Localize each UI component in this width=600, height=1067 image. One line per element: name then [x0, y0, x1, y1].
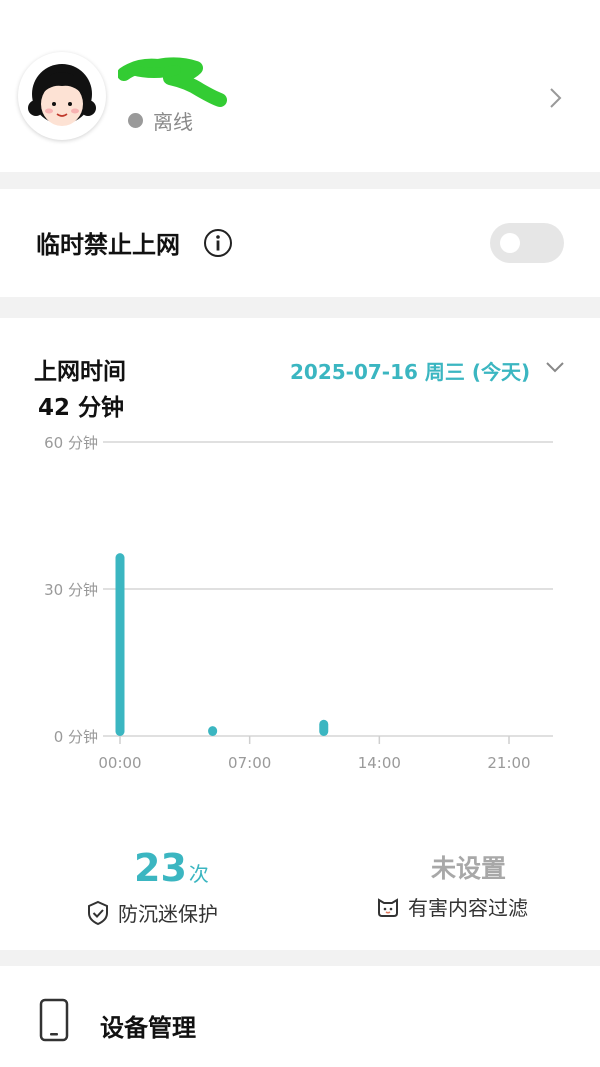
device-management-label: 设备管理	[100, 1014, 196, 1042]
usage-title: 上网时间	[34, 359, 126, 385]
filter-label: 有害内容过滤	[408, 896, 528, 920]
phone-icon	[39, 998, 69, 1042]
filter-status[interactable]: 未设置	[431, 849, 506, 885]
info-icon[interactable]	[203, 228, 233, 258]
protection-count-number: 23	[134, 846, 187, 890]
temp-block-toggle[interactable]	[490, 223, 564, 263]
cat-face-icon	[378, 897, 398, 917]
protection-count-unit: 次	[188, 862, 209, 886]
online-status: 离线	[128, 106, 193, 135]
name-redaction-mark	[118, 57, 227, 107]
y-tick-label: 60 分钟	[44, 434, 98, 452]
usage-bar[interactable]	[319, 719, 329, 736]
y-tick-label: 0 分钟	[54, 728, 98, 746]
temp-block-label: 临时禁止上网	[36, 231, 180, 259]
x-tick-label: 14:00	[358, 754, 401, 772]
chevron-down-icon[interactable]	[544, 360, 566, 374]
y-tick-label: 30 分钟	[44, 581, 98, 599]
protection-label-row[interactable]: 防沉迷保护	[86, 898, 218, 927]
usage-bar[interactable]	[208, 726, 218, 736]
usage-chart: 60 分钟 30 分钟 0 分钟 00:00 07:00 14:00 21:00	[44, 434, 553, 772]
x-tick-label: 00:00	[98, 754, 141, 772]
date-selector[interactable]: 2025-07-16 周三 (今天)	[290, 356, 530, 385]
usage-bar[interactable]	[115, 553, 125, 736]
avatar[interactable]	[18, 52, 106, 140]
protection-count[interactable]: 23 次	[134, 846, 209, 890]
x-tick-label: 07:00	[228, 754, 271, 772]
shield-check-icon	[88, 900, 108, 925]
status-text: 离线	[153, 110, 193, 134]
girl-avatar-icon	[22, 56, 102, 136]
toggle-knob	[500, 233, 520, 253]
status-dot	[128, 113, 143, 128]
profile-card[interactable]: 离线	[0, 0, 600, 172]
device-management-row[interactable]: 设备管理	[0, 966, 600, 1067]
x-tick-label: 21:00	[487, 754, 530, 772]
chevron-right-icon[interactable]	[548, 86, 564, 110]
protection-label: 防沉迷保护	[118, 902, 218, 926]
filter-label-row[interactable]: 有害内容过滤	[376, 892, 528, 921]
